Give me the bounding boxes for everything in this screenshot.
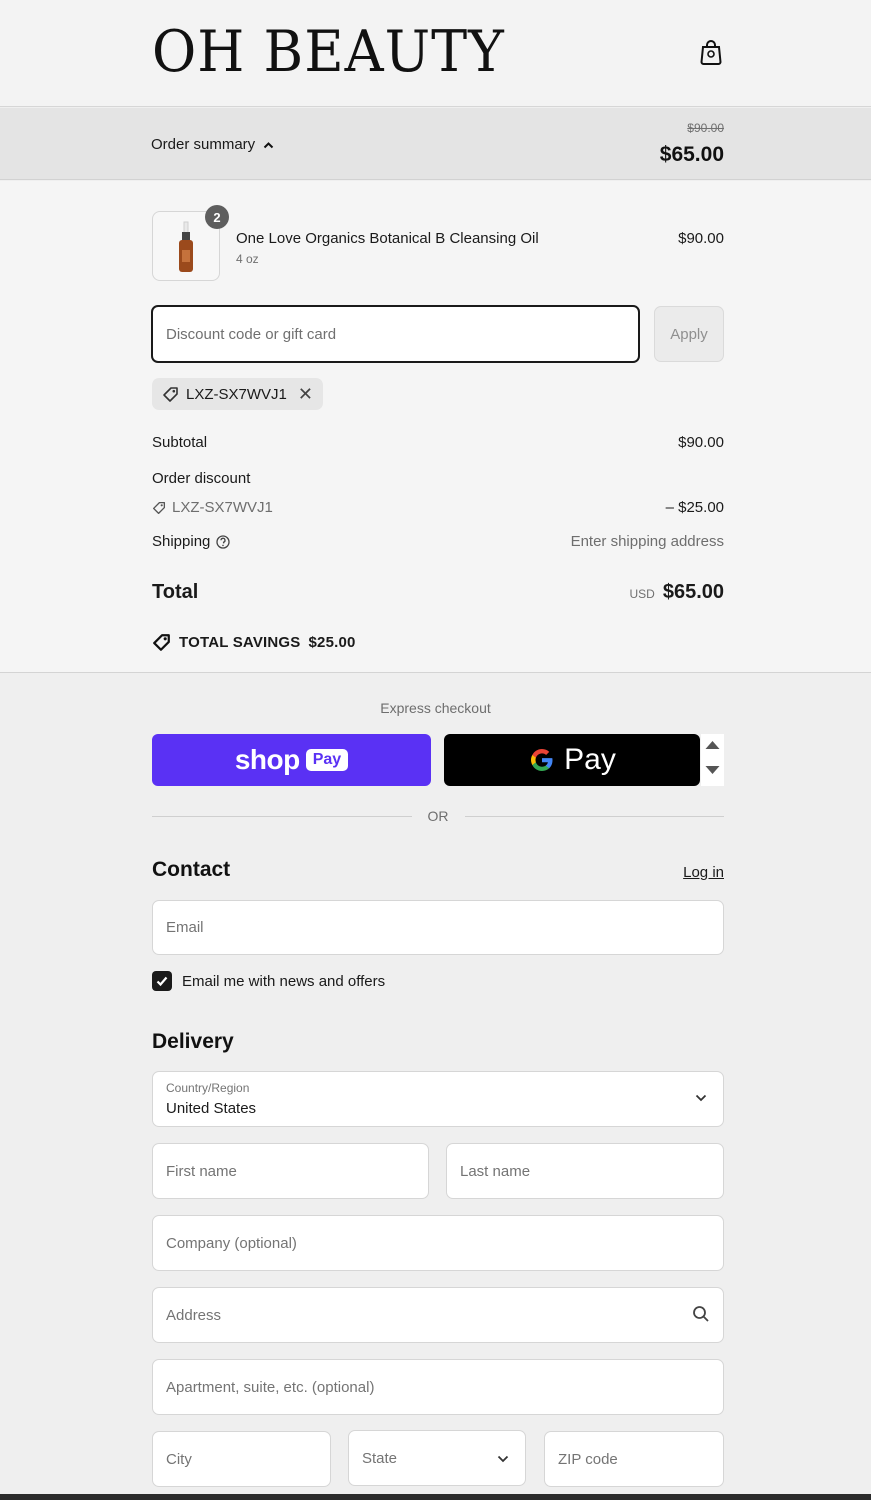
first-name-field[interactable] bbox=[152, 1143, 429, 1199]
discount-code-text: LXZ-SX7WVJ1 bbox=[172, 499, 273, 516]
window-bottom-edge bbox=[0, 1494, 871, 1500]
company-field[interactable] bbox=[152, 1215, 724, 1271]
tag-icon bbox=[163, 386, 178, 402]
help-circle-icon[interactable] bbox=[216, 534, 231, 549]
shopping-bag-icon[interactable] bbox=[698, 38, 724, 66]
google-pay-wordmark: Pay bbox=[564, 743, 616, 776]
applied-discount-code: LXZ-SX7WVJ1 bbox=[186, 385, 287, 403]
savings-label: TOTAL SAVINGS bbox=[179, 634, 301, 651]
order-summary-label: Order summary bbox=[151, 136, 256, 153]
country-select[interactable]: Country/Region United States bbox=[152, 1071, 724, 1127]
shipping-row: Shipping Enter shipping address bbox=[152, 533, 724, 550]
chevron-up-icon bbox=[263, 141, 274, 148]
total-row: Total USD $65.00 bbox=[152, 581, 724, 604]
email-field[interactable] bbox=[152, 900, 724, 955]
summary-total: $65.00 bbox=[659, 143, 724, 166]
original-total: $90.00 bbox=[687, 121, 724, 135]
or-text: OR bbox=[427, 808, 449, 824]
total-value: $65.00 bbox=[662, 581, 724, 603]
google-pay-button[interactable]: Pay bbox=[444, 734, 700, 786]
news-checkbox-row[interactable]: Email me with news and offers bbox=[152, 971, 385, 991]
shipping-label: Shipping bbox=[152, 533, 211, 550]
news-checkbox-label: Email me with news and offers bbox=[182, 972, 386, 990]
tag-icon bbox=[153, 634, 170, 651]
contact-title: Contact bbox=[152, 858, 231, 881]
checkmark-icon bbox=[156, 976, 168, 987]
apply-discount-button[interactable]: Apply bbox=[654, 306, 724, 362]
or-divider: OR bbox=[152, 808, 724, 824]
shipping-value: Enter shipping address bbox=[570, 533, 724, 550]
country-label: Country/Region bbox=[166, 1081, 250, 1095]
search-icon[interactable] bbox=[692, 1305, 710, 1323]
item-variant: 4 oz bbox=[236, 252, 259, 266]
zip-field[interactable] bbox=[544, 1431, 724, 1487]
arrow-up-icon[interactable] bbox=[704, 739, 721, 751]
discount-amount: – $25.00 bbox=[665, 499, 724, 516]
item-name: One Love Organics Botanical B Cleansing … bbox=[236, 230, 539, 247]
discount-code-row: LXZ-SX7WVJ1 – $25.00 bbox=[152, 499, 724, 516]
subtotal-value: $90.00 bbox=[678, 434, 724, 451]
chevron-down-icon bbox=[695, 1094, 707, 1102]
tag-icon bbox=[152, 501, 166, 514]
shop-pay-wordmark: shop bbox=[234, 744, 300, 775]
header: OH BEAUTY bbox=[0, 0, 871, 107]
country-value: United States bbox=[166, 1100, 257, 1117]
shop-pay-button[interactable]: shop Pay bbox=[152, 734, 431, 786]
state-value: State bbox=[362, 1450, 398, 1467]
arrow-down-icon[interactable] bbox=[704, 764, 721, 776]
subtotal-label: Subtotal bbox=[152, 434, 208, 451]
shop-pay-badge: Pay bbox=[305, 749, 349, 771]
express-checkout-title: Express checkout bbox=[380, 700, 491, 716]
subtotal-row: Subtotal $90.00 bbox=[152, 434, 724, 451]
login-link[interactable]: Log in bbox=[683, 864, 724, 881]
order-discount-label: Order discount bbox=[152, 470, 251, 487]
currency-code: USD bbox=[629, 587, 655, 601]
savings-value: $25.00 bbox=[308, 634, 356, 651]
google-g-icon bbox=[531, 749, 553, 771]
express-scroll-control[interactable] bbox=[701, 734, 724, 786]
applied-discount-tag: LXZ-SX7WVJ1 ✕ bbox=[152, 378, 323, 410]
divider-line bbox=[152, 815, 412, 817]
order-summary-bar[interactable]: Order summary $90.00 $65.00 bbox=[0, 108, 871, 180]
total-savings: TOTAL SAVINGS $25.00 bbox=[152, 633, 356, 652]
order-summary-toggle[interactable]: Order summary bbox=[151, 136, 274, 153]
last-name-field[interactable] bbox=[446, 1143, 724, 1199]
remove-discount-icon[interactable]: ✕ bbox=[298, 384, 313, 405]
chevron-down-icon bbox=[497, 1455, 509, 1463]
state-select[interactable]: State bbox=[348, 1430, 526, 1486]
city-field[interactable] bbox=[152, 1431, 331, 1487]
address-field[interactable] bbox=[152, 1287, 724, 1343]
order-summary-panel: One Love Organics Botanical B Cleansing … bbox=[0, 181, 871, 673]
discount-code-input[interactable] bbox=[151, 305, 640, 363]
delivery-title: Delivery bbox=[152, 1030, 234, 1053]
total-label: Total bbox=[152, 581, 199, 603]
news-checkbox[interactable] bbox=[152, 971, 172, 991]
item-quantity-badge: 2 bbox=[205, 205, 229, 229]
divider-line bbox=[464, 815, 724, 817]
brand-logo[interactable]: OH BEAUTY bbox=[152, 18, 505, 84]
apartment-field[interactable] bbox=[152, 1359, 724, 1415]
item-price: $90.00 bbox=[678, 230, 724, 247]
order-discount-row: Order discount bbox=[152, 470, 724, 487]
